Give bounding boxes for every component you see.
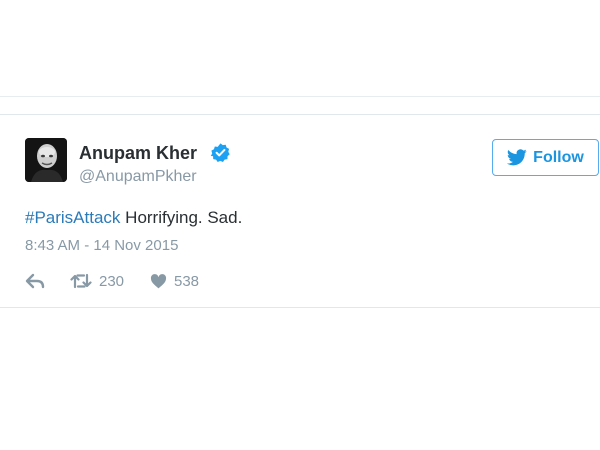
page: Anupam Kher @AnupamPkher Follow #ParisAt… (0, 0, 600, 450)
avatar-image (25, 138, 67, 182)
like-count: 538 (174, 272, 200, 290)
hashtag-link[interactable]: #ParisAttack (25, 208, 120, 227)
handle[interactable]: @AnupamPkher (79, 167, 197, 187)
tweet-body: Horrifying. Sad. (120, 208, 243, 227)
follow-label: Follow (533, 148, 584, 166)
display-name[interactable]: Anupam Kher (79, 142, 197, 164)
retweet-count: 230 (99, 272, 125, 290)
verified-badge-icon (210, 142, 231, 163)
follow-button[interactable]: Follow (492, 139, 599, 176)
reply-icon (25, 273, 45, 289)
twitter-bird-icon (507, 149, 527, 166)
retweet-button[interactable]: 230 (70, 270, 124, 292)
divider (0, 96, 600, 97)
like-button[interactable]: 538 (150, 270, 199, 292)
heart-icon (150, 273, 167, 289)
reply-button[interactable] (25, 270, 45, 292)
tweet-timestamp[interactable]: 8:43 AM - 14 Nov 2015 (25, 236, 178, 256)
avatar[interactable] (25, 138, 67, 182)
retweet-icon (70, 273, 92, 289)
tweet-text: #ParisAttack Horrifying. Sad. (25, 207, 242, 229)
